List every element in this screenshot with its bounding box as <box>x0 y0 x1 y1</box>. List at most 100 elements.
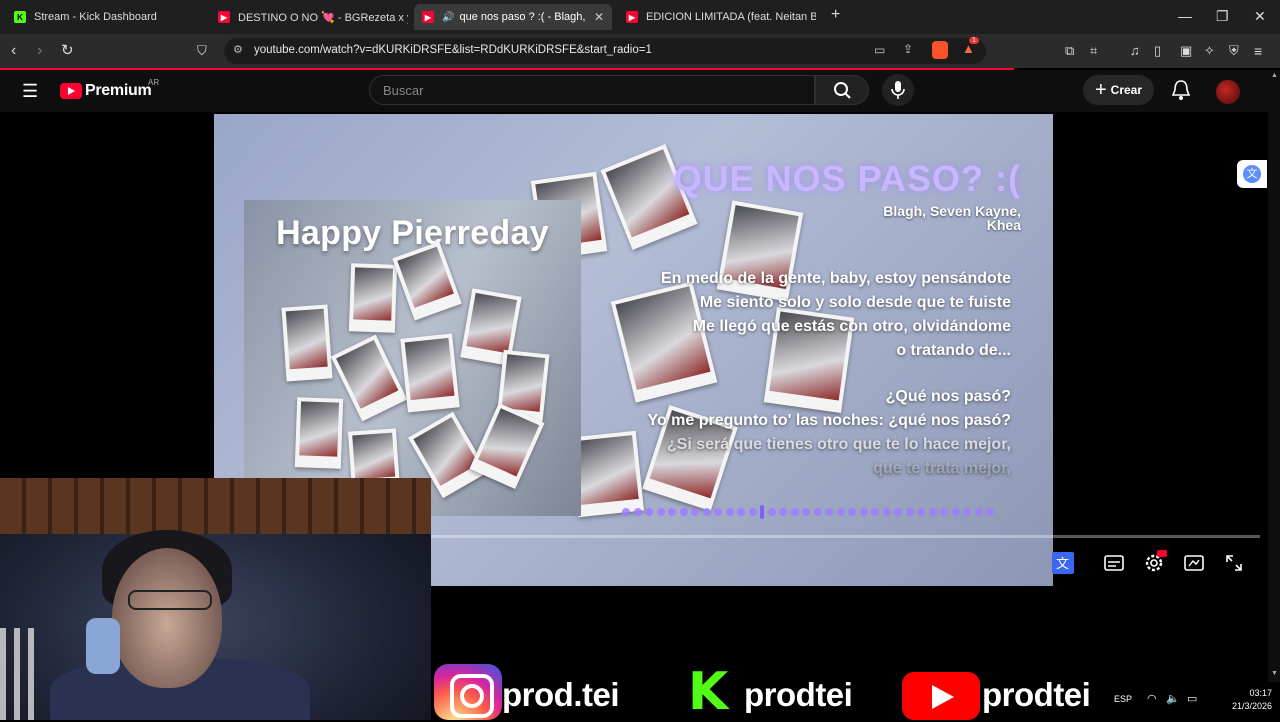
rewards-badge: 1 <box>969 37 979 44</box>
visualizer-dot <box>737 508 745 516</box>
hamburger-menu-icon[interactable]: ☰ <box>22 81 38 102</box>
wallet-icon[interactable]: ▣ <box>1180 42 1192 60</box>
kick-icon: K <box>14 11 26 23</box>
visualizer-dot <box>645 508 653 516</box>
album-photo <box>348 263 398 333</box>
brave-shields-icon[interactable] <box>932 41 948 59</box>
create-label: Crear <box>1110 83 1143 97</box>
wifi-icon[interactable]: ◠ <box>1147 692 1157 705</box>
search-button[interactable] <box>815 75 869 105</box>
visualizer-dot <box>951 508 960 516</box>
visualizer-dot <box>905 508 914 516</box>
visualizer-dot <box>871 508 879 516</box>
music-icon[interactable]: ♫ <box>1130 42 1140 60</box>
visualizer-dot <box>836 508 845 516</box>
visualizer-dot <box>767 508 776 516</box>
visualizer-dot <box>702 508 711 516</box>
visualizer-dot <box>802 508 810 516</box>
song-artists: Blagh, Seven Kayne, Khea <box>801 204 1021 232</box>
restore-icon[interactable]: ❐ <box>1216 8 1229 25</box>
video-progress-bar[interactable] <box>430 535 1260 538</box>
translate-extension-button[interactable]: 文 <box>1237 160 1267 188</box>
create-button[interactable]: + Crear <box>1083 75 1154 105</box>
tab-edicion-limitada[interactable]: ▶ EDICION LIMITADA (feat. Neitan BGR <box>618 4 816 30</box>
fullscreen-button[interactable] <box>1223 552 1245 574</box>
ceiling-beams <box>0 478 431 534</box>
language-indicator[interactable]: ESP <box>1114 694 1132 704</box>
audio-visualizer <box>622 505 994 519</box>
visualizer-dot <box>714 508 722 516</box>
logo-text: Premium <box>85 82 152 99</box>
youtube-handle: prodtei <box>982 676 1091 713</box>
account-avatar[interactable] <box>1216 80 1240 104</box>
sidebar-icon[interactable]: ▯ <box>1154 42 1161 60</box>
album-photo <box>281 304 333 382</box>
share-icon[interactable]: ⇪ <box>903 42 913 56</box>
tab-destino-o-no[interactable]: ▶ DESTINO O NO 💘 - BGRezeta x youn <box>210 4 408 30</box>
album-cover: Happy Pierreday <box>244 200 581 516</box>
tab-title: que nos paso ? :( - Blagh, Sev <box>459 11 586 23</box>
clock-time: 03:17 <box>1249 688 1273 698</box>
menu-icon[interactable]: ≡ <box>1254 42 1262 60</box>
visualizer-dot <box>917 508 925 516</box>
vpn-icon[interactable]: ⛨ <box>1229 42 1239 60</box>
artists-line: Khea <box>986 217 1021 233</box>
settings-button[interactable] <box>1143 550 1167 574</box>
visualizer-dot <box>825 508 833 516</box>
battery-icon[interactable]: ▭ <box>1187 692 1197 705</box>
site-info-icon[interactable]: ⚙ <box>233 43 243 56</box>
scroll-up-icon[interactable]: ▲ <box>1271 72 1278 79</box>
instagram-handle: prod.tei <box>502 676 620 713</box>
bookmark-icon[interactable]: ⛉ <box>197 42 207 60</box>
search-input[interactable] <box>383 83 803 98</box>
screenshot-icon[interactable]: ⌗ <box>1090 42 1097 60</box>
volume-icon[interactable]: 🔈 <box>1166 692 1180 705</box>
youtube-premium-logo[interactable]: Premium <box>60 82 152 100</box>
subtitles-icon <box>1104 555 1124 571</box>
page-scrollbar[interactable]: ▲ ▼ <box>1268 70 1280 682</box>
lyric-line: o tratando de... <box>896 342 1011 359</box>
bell-icon <box>1171 80 1191 100</box>
notifications-button[interactable] <box>1170 78 1192 107</box>
visualizer-dot <box>848 508 856 516</box>
album-photo <box>294 397 344 469</box>
address-bar[interactable]: ⚙ youtube.com/watch?v=dKURKiDRSFE&list=R… <box>224 37 986 64</box>
close-tab-icon[interactable]: ✕ <box>594 10 604 24</box>
subtitles-button[interactable] <box>1103 552 1125 574</box>
speaker-icon[interactable]: 🔊 <box>442 12 454 23</box>
tab-kick-dashboard[interactable]: K Stream - Kick Dashboard <box>6 4 204 30</box>
back-icon[interactable]: ‹ <box>11 42 16 60</box>
visualizer-dot <box>633 508 642 516</box>
album-photo <box>400 333 460 413</box>
visualizer-dot <box>779 508 787 516</box>
system-clock[interactable]: 03:17 21/3/2026 <box>1232 687 1272 713</box>
youtube-icon: ▶ <box>626 11 638 23</box>
visualizer-dot <box>859 508 868 516</box>
visualizer-dot <box>622 508 630 516</box>
youtube-icon: ▶ <box>218 11 230 23</box>
forward-icon[interactable]: › <box>37 42 42 60</box>
clock-date: 21/3/2026 <box>1232 701 1273 711</box>
visualizer-dot <box>928 508 937 516</box>
lyric-line: Yo me pregunto to' las noches: ¿qué nos … <box>647 412 1011 429</box>
minimize-icon[interactable]: — <box>1178 8 1192 24</box>
song-title: QUE NOS PASO? :( <box>673 158 1021 199</box>
tab-que-nos-paso[interactable]: ▶ 🔊 que nos paso ? :( - Blagh, Sev ✕ <box>414 4 612 30</box>
close-window-icon[interactable]: ✕ <box>1254 8 1266 25</box>
translate-icon[interactable]: 文 <box>1052 552 1074 574</box>
visualizer-dot <box>986 508 994 516</box>
scroll-down-icon[interactable]: ▼ <box>1271 670 1278 677</box>
leo-ai-icon[interactable]: ✧ <box>1204 42 1215 60</box>
plus-icon: + <box>1094 79 1107 101</box>
album-photo <box>392 241 462 321</box>
cast-icon[interactable]: ▭ <box>874 43 885 57</box>
miniplayer-button[interactable] <box>1183 552 1205 574</box>
reload-icon[interactable]: ↻ <box>61 42 74 60</box>
hd-badge <box>1157 550 1167 557</box>
lyric-line: ¿Qué nos pasó? <box>885 388 1011 405</box>
visualizer-dot <box>963 508 971 516</box>
visualizer-dot <box>894 508 902 516</box>
new-tab-button[interactable]: + <box>831 6 840 24</box>
voice-search-button[interactable] <box>882 74 914 106</box>
extensions-icon[interactable]: ⧉ <box>1065 42 1074 60</box>
